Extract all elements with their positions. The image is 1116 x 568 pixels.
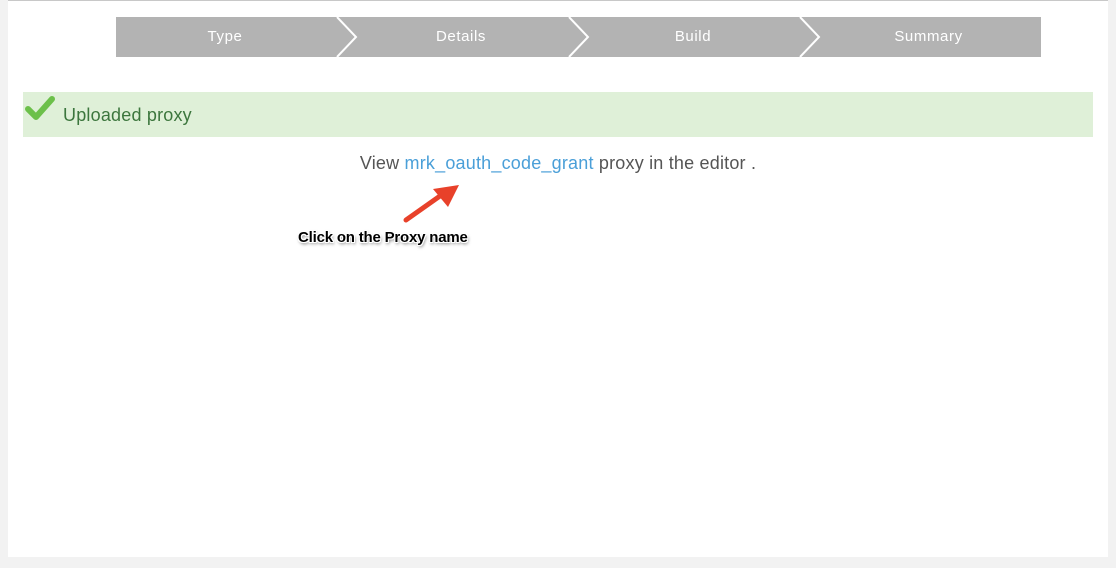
step-summary[interactable]: Summary	[816, 17, 1041, 57]
annotation-label: Click on the Proxy name	[298, 229, 468, 246]
step-type[interactable]: Type	[116, 17, 334, 57]
content-panel	[8, 0, 1108, 557]
alert-message: Uploaded proxy	[63, 105, 192, 125]
view-proxy-line: View mrk_oauth_code_grant proxy in the e…	[0, 153, 1116, 174]
red-arrow-icon	[403, 185, 459, 223]
step-details[interactable]: Details	[352, 17, 570, 57]
step-separator-chevron-icon	[799, 17, 821, 57]
step-separator-chevron-icon	[568, 17, 590, 57]
proxy-name-link[interactable]: mrk_oauth_code_grant	[405, 153, 594, 173]
wizard-steps: Type Details Build Summary	[116, 17, 1041, 57]
success-alert: Uploaded proxy	[23, 92, 1093, 137]
checkmark-icon	[25, 96, 55, 120]
step-separator-chevron-icon	[336, 17, 358, 57]
view-suffix: proxy in the editor .	[598, 153, 757, 173]
step-build[interactable]: Build	[584, 17, 802, 57]
view-prefix: View	[359, 153, 400, 173]
